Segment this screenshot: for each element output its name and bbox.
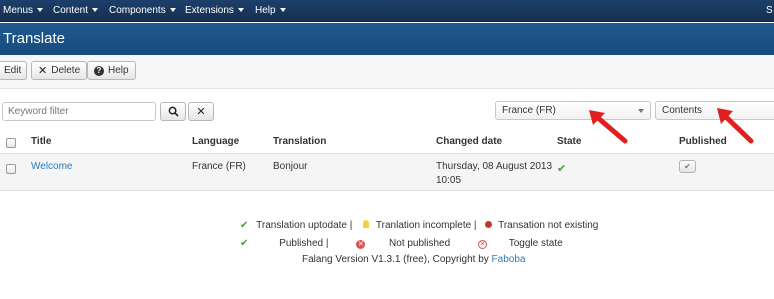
legend-uptodate: Translation uptodate | [256, 220, 353, 231]
row-changed-date-line1: Thursday, 08 August 2013 [436, 161, 553, 172]
menu-extensions[interactable]: Extensions [185, 5, 244, 16]
page-title: Translate [3, 30, 65, 47]
help-button-label: Help [108, 65, 129, 76]
menu-right-text[interactable]: S [766, 5, 773, 16]
legend-published: Published | [279, 238, 329, 249]
edit-button-label: Edit [4, 65, 22, 76]
check-icon: ✔ [684, 162, 691, 171]
version-footer: Falang Version V1.3.1 (free), Copyright … [302, 254, 525, 265]
legend-not-published: Not published [389, 238, 451, 249]
red-dot-icon [485, 221, 493, 228]
search-icon [168, 106, 179, 117]
column-header-published[interactable]: Published [679, 136, 727, 147]
top-menu-bar: Menus Content Components Extensions Help… [0, 0, 774, 22]
row-title-link[interactable]: Welcome [31, 161, 73, 172]
legend-line-1: ✔ Translation uptodate | Tranlation inco… [240, 220, 598, 231]
clear-filter-button[interactable]: ✕ [188, 102, 214, 121]
publish-toggle-button[interactable]: ✔ [679, 160, 696, 173]
annotation-arrow-icon [589, 110, 628, 144]
check-icon: ✔ [240, 238, 249, 249]
menu-menus[interactable]: Menus [3, 5, 44, 16]
menu-content[interactable]: Content [53, 5, 99, 16]
column-header-language[interactable]: Language [192, 136, 239, 147]
delete-icon: ✕ [38, 65, 48, 77]
check-icon: ✔ [240, 220, 249, 231]
help-icon: ? [94, 65, 104, 76]
delete-button[interactable]: ✕ Delete [31, 61, 88, 80]
search-button[interactable] [160, 102, 186, 121]
legend-not-existing: Transation not existing [498, 220, 599, 231]
column-header-changed-date[interactable]: Changed date [436, 136, 502, 147]
legend-line-2: ✔ Published | ✕ Not published ✕ Toggle s… [240, 238, 563, 249]
chevron-down-icon [169, 8, 176, 13]
row-changed-date-line2: 10:05 [436, 175, 462, 186]
delete-button-label: Delete [51, 65, 81, 76]
keyword-filter-input[interactable] [2, 102, 156, 121]
content-type-select-value: Contents [662, 105, 703, 116]
not-published-icon: ✕ [356, 240, 366, 249]
row-language: France (FR) [192, 161, 246, 172]
menu-components[interactable]: Components [109, 5, 176, 16]
help-button[interactable]: ? Help [87, 61, 136, 80]
toolbar: Edit ✕ Delete ? Help [0, 55, 774, 89]
chevron-down-icon [237, 8, 244, 13]
table-row [0, 154, 774, 191]
chevron-down-icon [638, 109, 644, 113]
chevron-down-icon [279, 8, 286, 13]
version-text: Falang Version V1.3.1 (free), Copyright … [302, 254, 489, 265]
row-translation: Bonjour [273, 161, 308, 172]
legend-incomplete: Tranlation incomplete | [375, 220, 477, 231]
select-all-checkbox[interactable] [6, 138, 16, 148]
column-header-translation[interactable]: Translation [273, 136, 326, 147]
faboba-link[interactable]: Faboba [492, 254, 526, 265]
chevron-down-icon [37, 8, 44, 13]
column-header-state[interactable]: State [557, 136, 581, 147]
edit-button[interactable]: Edit [0, 61, 27, 80]
chevron-down-icon [92, 8, 99, 13]
row-changed-date: Thursday, 08 August 2013 10:05 [436, 161, 552, 186]
legend-toggle-state: Toggle state [508, 238, 563, 249]
row-checkbox[interactable] [6, 164, 16, 174]
column-header-title[interactable]: Title [31, 136, 51, 147]
toggle-state-icon: ✕ [477, 240, 487, 249]
clear-icon: ✕ [196, 106, 206, 118]
menu-help[interactable]: Help [255, 5, 286, 16]
lightbulb-icon [363, 220, 370, 228]
language-select-value: France (FR) [502, 105, 556, 116]
page-header: Translate [0, 23, 774, 55]
check-icon: ✔ [557, 163, 567, 175]
